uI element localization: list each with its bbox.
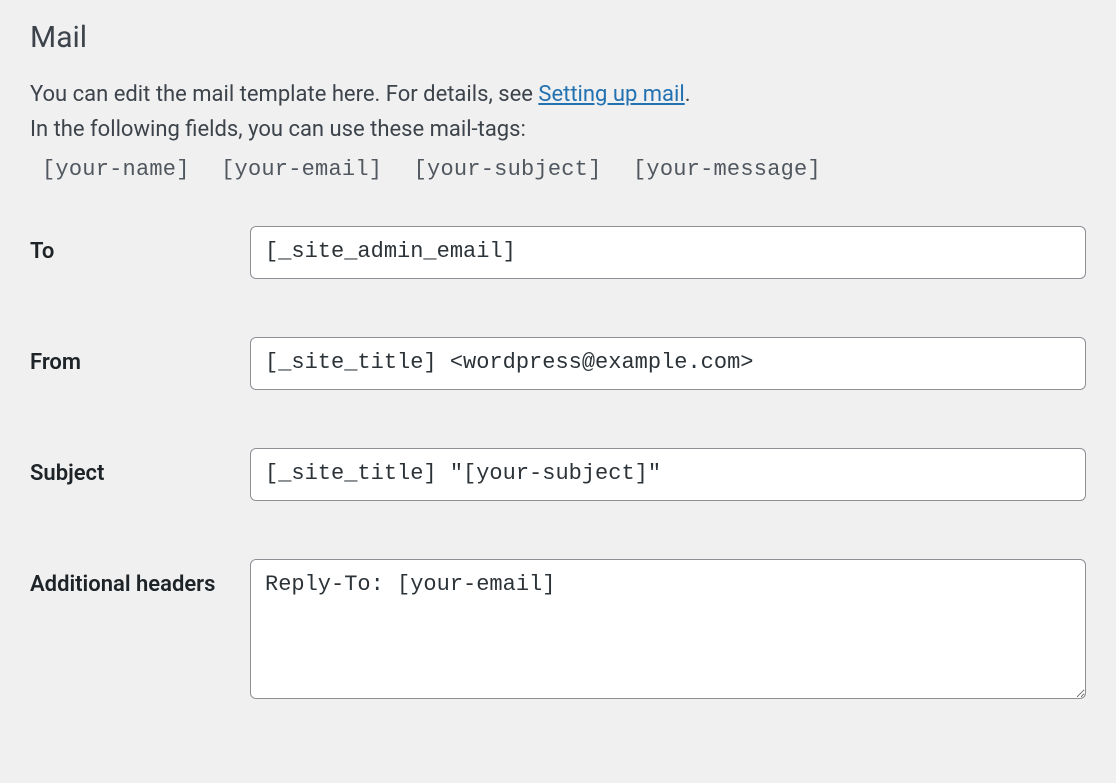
from-input[interactable]: [250, 337, 1086, 390]
mail-tag-your-name: [your-name]: [42, 157, 190, 182]
subject-row: Subject: [30, 448, 1086, 501]
to-label: To: [30, 226, 250, 269]
mail-section-title: Mail: [30, 20, 1086, 55]
mail-tag-your-email: [your-email]: [221, 157, 382, 182]
additional-headers-label: Additional headers: [30, 559, 250, 602]
subject-label: Subject: [30, 448, 250, 491]
additional-headers-textarea[interactable]: Reply-To: [your-email]: [250, 559, 1086, 699]
intro-text-1: You can edit the mail template here. For…: [30, 82, 538, 107]
to-row: To: [30, 226, 1086, 279]
subject-input[interactable]: [250, 448, 1086, 501]
intro-line-2: In the following fields, you can use the…: [30, 112, 1086, 147]
intro-line-1: You can edit the mail template here. For…: [30, 77, 1086, 112]
to-input[interactable]: [250, 226, 1086, 279]
setting-up-mail-link[interactable]: Setting up mail: [538, 82, 684, 107]
intro-text-1-suffix: .: [685, 82, 691, 107]
mail-tags-line: [your-name] [your-email] [your-subject] …: [42, 157, 1086, 182]
mail-tag-your-subject: [your-subject]: [414, 157, 602, 182]
additional-headers-row: Additional headers Reply-To: [your-email…: [30, 559, 1086, 705]
from-label: From: [30, 337, 250, 380]
from-row: From: [30, 337, 1086, 390]
mail-tag-your-message: [your-message]: [633, 157, 821, 182]
mail-form-table: To From Subject Additional headers Reply…: [30, 226, 1086, 704]
